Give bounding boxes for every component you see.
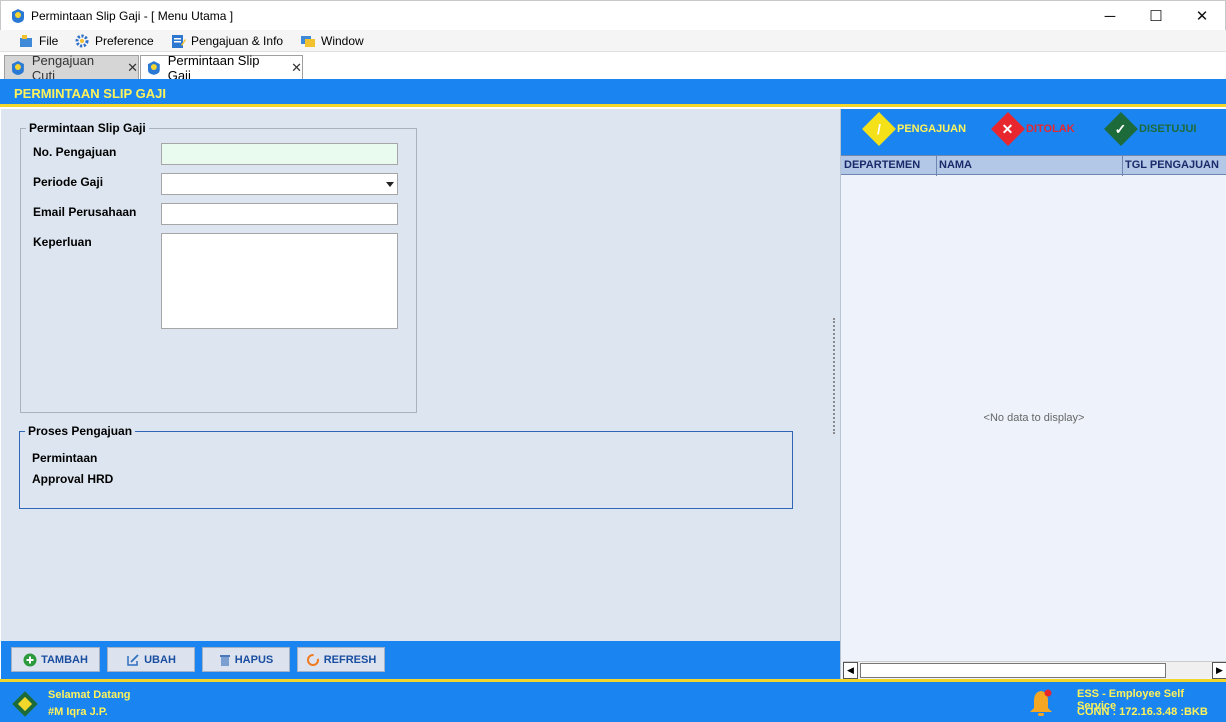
scroll-right-icon[interactable]: ▶ [1212, 662, 1226, 679]
disetujui-icon: ✓ [1104, 112, 1138, 146]
periode-gaji-label: Periode Gaji [33, 175, 104, 189]
title-bar: Permintaan Slip Gaji - [ Menu Utama ] ─ … [0, 0, 1226, 30]
filter-pengajuan[interactable]: / PENGAJUAN [862, 112, 967, 146]
maximize-button[interactable]: ☐ [1133, 1, 1179, 31]
filter-pengajuan-label: PENGAJUAN [897, 123, 967, 135]
app-logo-icon [12, 9, 24, 23]
gear-icon [75, 34, 89, 48]
hapus-button[interactable]: HAPUS [202, 647, 290, 672]
form-icon [172, 35, 186, 48]
user-name: #M Iqra J.P. [48, 706, 108, 718]
trash-icon [219, 654, 230, 666]
refresh-button[interactable]: REFRESH [297, 647, 385, 672]
no-pengajuan-label: No. Pengajuan [33, 145, 117, 159]
proses-item-permintaan: Permintaan [32, 451, 98, 465]
menu-pengajuan-info[interactable]: Pengajuan & Info [170, 32, 283, 50]
add-icon [23, 653, 37, 666]
empty-grid-message: <No data to display> [983, 412, 1085, 424]
permintaan-group: Permintaan Slip Gaji No. Pengajuan Perio… [20, 121, 417, 413]
filter-disetujui[interactable]: ✓ DISETUJUI [1104, 112, 1197, 146]
minimize-button[interactable]: ─ [1087, 1, 1133, 31]
column-divider [936, 156, 937, 176]
refresh-icon [306, 653, 319, 666]
group-title: Proses Pengajuan [25, 424, 136, 438]
group-title: Permintaan Slip Gaji [26, 121, 149, 135]
menu-file[interactable]: File [18, 32, 58, 50]
horizontal-scrollbar[interactable]: ◀ ▶ [843, 661, 1226, 679]
page-title: PERMINTAAN SLIP GAJI [14, 86, 166, 101]
scroll-left-icon[interactable]: ◀ [843, 662, 858, 679]
document-tabs: Pengajuan Cuti ✕ Permintaan Slip Gaji ✕ [0, 51, 1226, 83]
tambah-button[interactable]: TAMBAH [11, 647, 100, 672]
proses-item-approval: Approval HRD [32, 472, 114, 486]
status-filter-bar: / PENGAJUAN ✕ DITOLAK ✓ DISETUJUI [841, 109, 1226, 155]
file-icon [20, 35, 32, 47]
menu-pengajuan-info-label: Pengajuan & Info [191, 34, 284, 48]
action-toolbar: TAMBAH UBAH HAPUS REFRESH [1, 641, 840, 679]
menu-bar: File Preference Pengajuan & Info Window [0, 30, 1226, 51]
ubah-button[interactable]: UBAH [107, 647, 195, 672]
edit-icon [127, 653, 139, 666]
company-logo-icon [12, 691, 38, 717]
menu-preference-label: Preference [95, 34, 154, 48]
grid-header: DEPARTEMEN NAMA TGL PENGAJUAN [841, 155, 1226, 176]
hapus-label: HAPUS [234, 653, 274, 666]
menu-window-label: Window [321, 34, 364, 48]
chevron-down-icon[interactable] [386, 182, 394, 187]
filter-ditolak[interactable]: ✕ DITOLAK [991, 112, 1075, 146]
tambah-label: TAMBAH [41, 653, 88, 666]
tab-permintaan-slip-gaji[interactable]: Permintaan Slip Gaji ✕ [140, 53, 303, 83]
keperluan-label: Keperluan [33, 235, 92, 249]
filter-ditolak-label: DITOLAK [1026, 123, 1075, 135]
no-pengajuan-input[interactable] [161, 143, 398, 165]
column-nama[interactable]: NAMA [939, 159, 972, 171]
window-icon [301, 36, 315, 47]
filter-disetujui-label: DISETUJUI [1139, 123, 1197, 135]
scroll-thumb[interactable] [860, 663, 1166, 678]
pengajuan-icon: / [862, 112, 896, 146]
page-header: PERMINTAAN SLIP GAJI [0, 79, 1226, 107]
welcome-text: Selamat Datang [48, 689, 131, 701]
connection-info: CONN : 172.16.3.48 :BKB [1077, 706, 1208, 718]
ubah-label: UBAH [144, 653, 176, 666]
tab-pengajuan-cuti[interactable]: Pengajuan Cuti ✕ [4, 53, 139, 83]
window-title: Permintaan Slip Gaji - [ Menu Utama ] [31, 9, 234, 23]
app-logo-icon [11, 61, 24, 75]
notification-bell-icon[interactable] [1027, 688, 1055, 718]
status-footer: Selamat Datang #M Iqra J.P. ESS - Employ… [0, 679, 1226, 722]
refresh-label: REFRESH [323, 653, 377, 666]
column-divider [1122, 156, 1123, 176]
proses-group: Proses Pengajuan Permintaan Approval HRD [19, 424, 793, 509]
ditolak-icon: ✕ [991, 112, 1025, 146]
app-logo-icon [147, 61, 160, 75]
close-tab-icon[interactable]: ✕ [291, 60, 302, 76]
submission-list-panel: / PENGAJUAN ✕ DITOLAK ✓ DISETUJUI DEPART… [840, 109, 1226, 679]
column-departemen[interactable]: DEPARTEMEN [844, 159, 920, 171]
panel-splitter[interactable] [833, 318, 836, 434]
email-perusahaan-input[interactable] [161, 203, 398, 225]
close-window-button[interactable]: ✕ [1179, 1, 1225, 31]
keperluan-textarea[interactable] [161, 233, 398, 329]
form-panel: Permintaan Slip Gaji No. Pengajuan Perio… [1, 109, 840, 641]
periode-gaji-dropdown[interactable] [161, 173, 398, 195]
close-tab-icon[interactable]: ✕ [127, 60, 138, 76]
menu-preference[interactable]: Preference [74, 32, 154, 50]
email-perusahaan-label: Email Perusahaan [33, 205, 137, 219]
menu-file-label: File [39, 34, 59, 48]
menu-window[interactable]: Window [300, 32, 364, 50]
column-tgl-pengajuan[interactable]: TGL PENGAJUAN [1125, 159, 1219, 171]
